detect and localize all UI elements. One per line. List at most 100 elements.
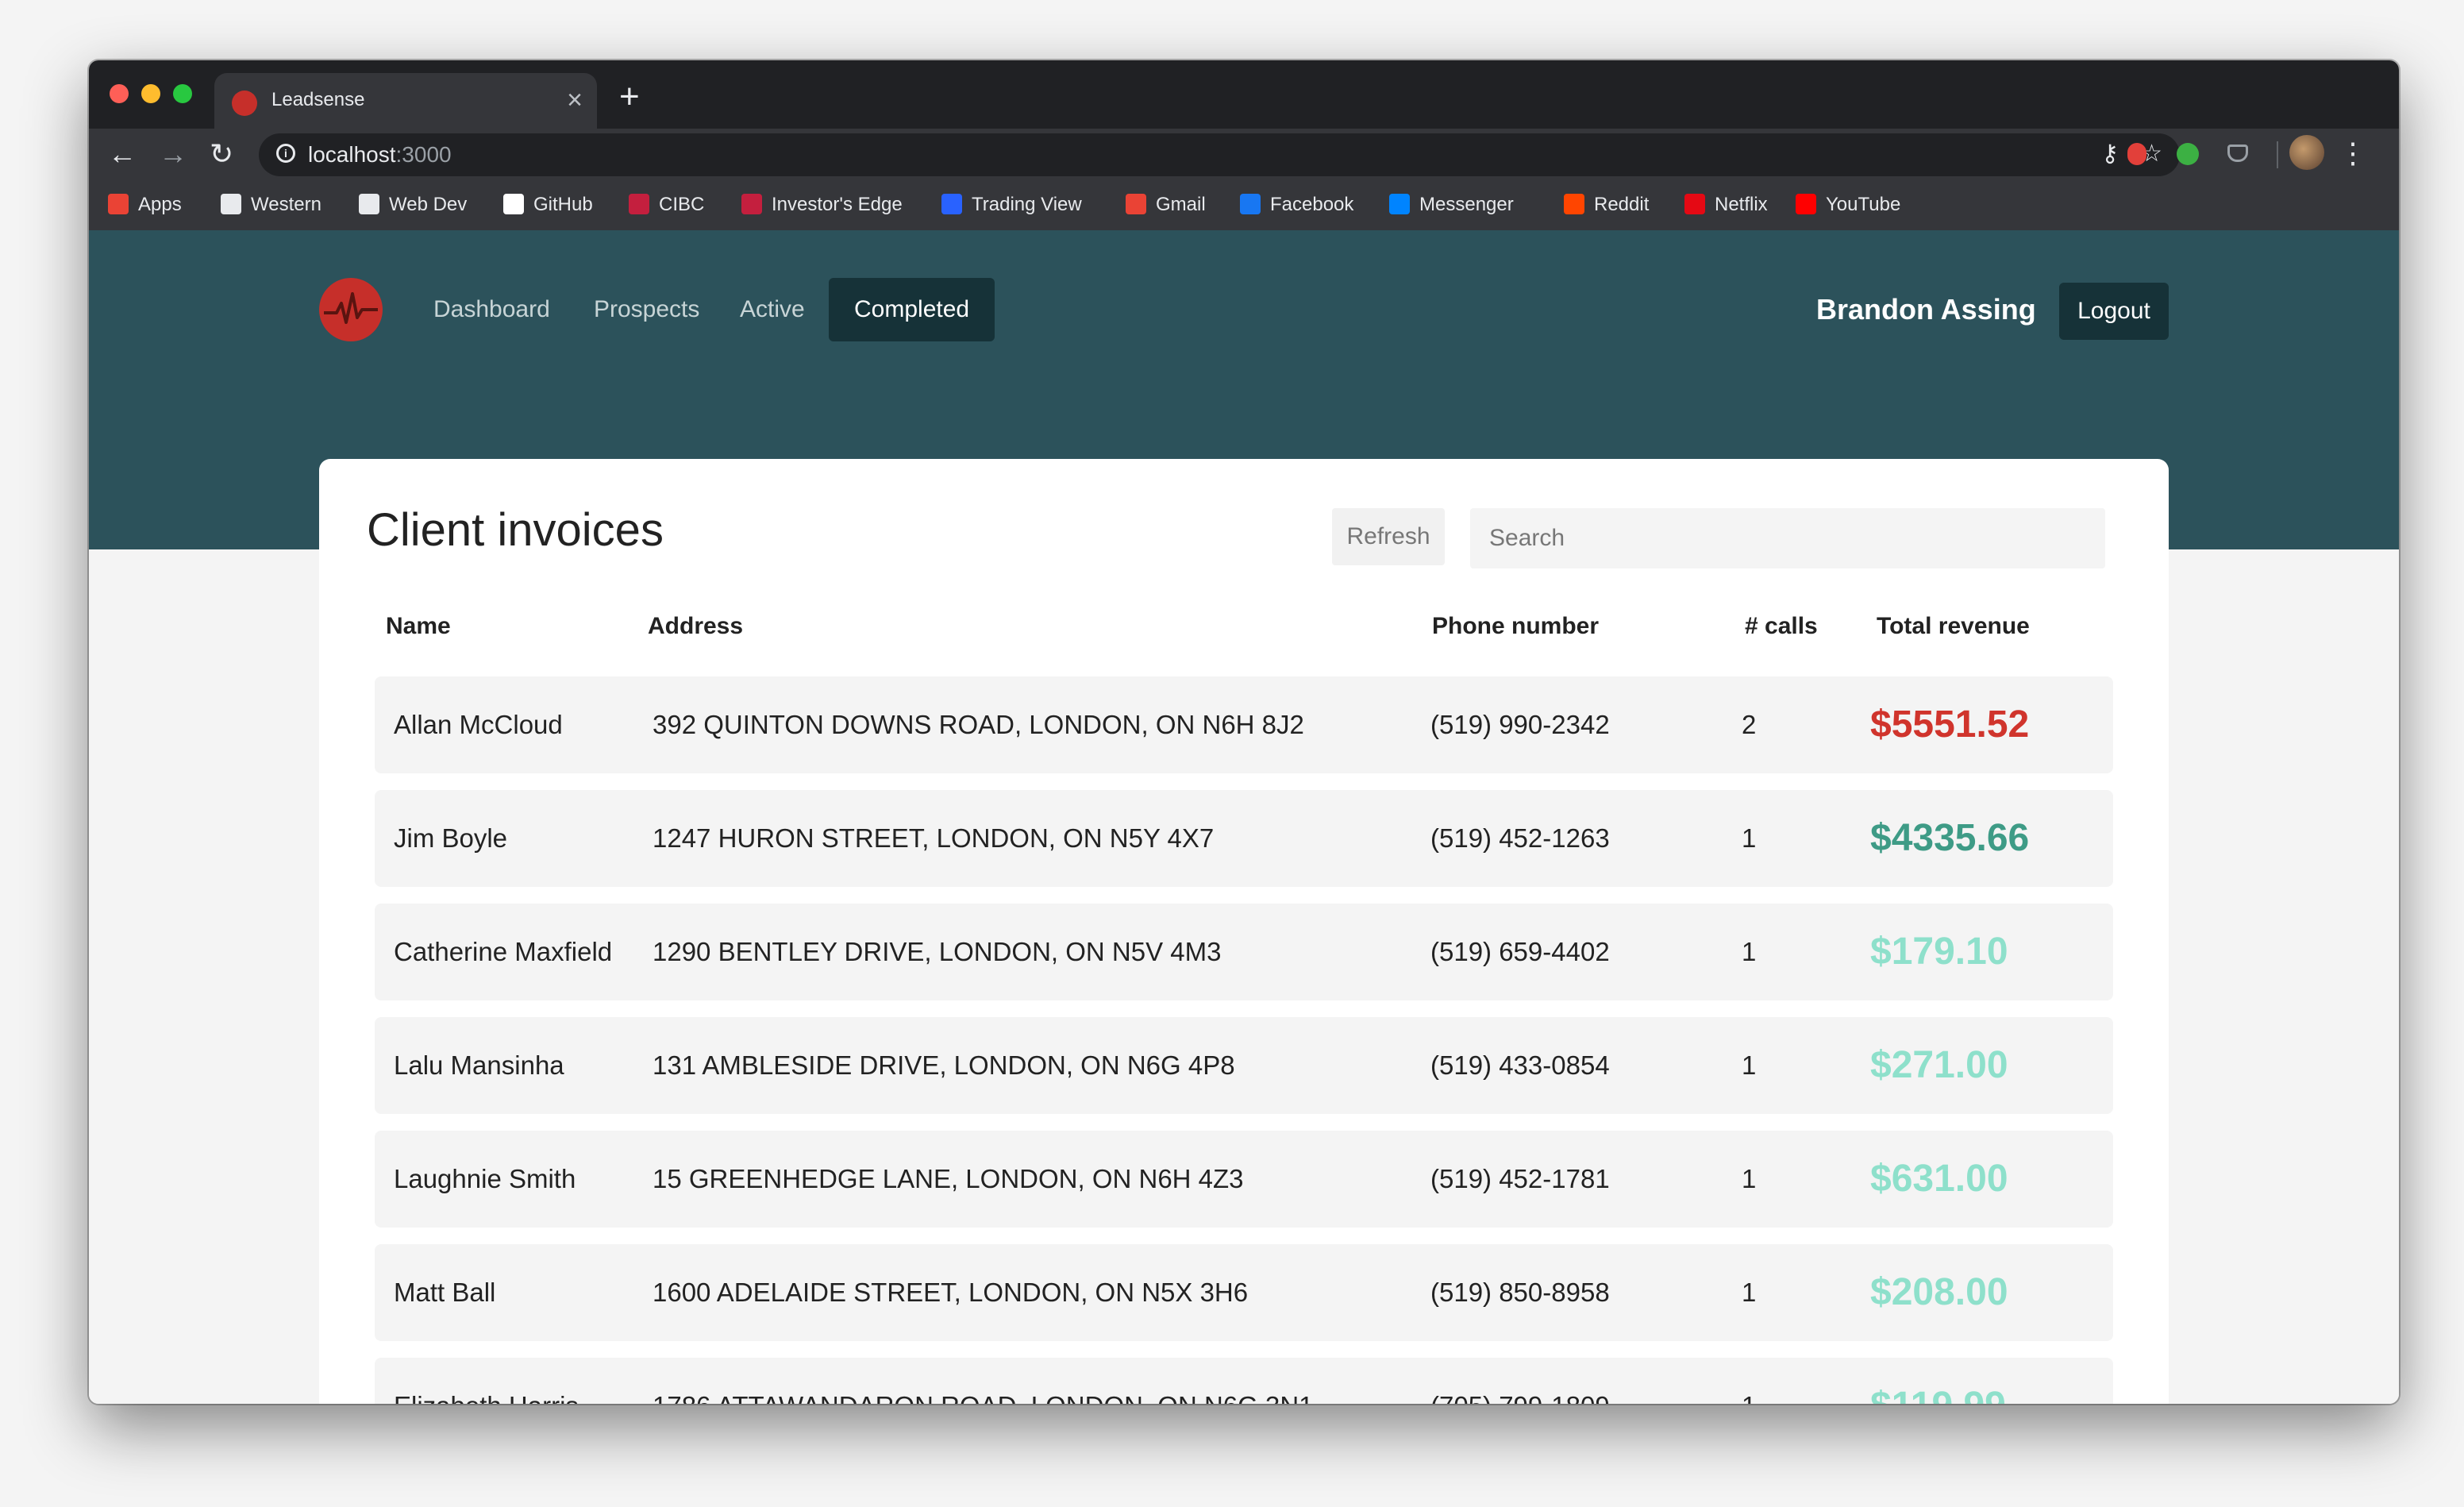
- name-cell: Matt Ball: [394, 1278, 496, 1307]
- bookmark-item[interactable]: Investor's Edge: [741, 193, 903, 216]
- name-cell: Laughnie Smith: [394, 1164, 576, 1193]
- leadsense-logo-icon[interactable]: [319, 278, 383, 341]
- more-menu-icon[interactable]: ⋮: [2339, 133, 2367, 173]
- refresh-button[interactable]: Refresh: [1332, 508, 1445, 565]
- browser-titlebar: Leadsense × +: [89, 60, 2399, 129]
- leadsense-favicon-icon: [232, 91, 257, 116]
- name-cell: Allan McCloud: [394, 710, 563, 739]
- tab-title: Leadsense: [271, 89, 365, 110]
- bookmark-item[interactable]: Web Dev: [359, 193, 467, 216]
- bookmark-item[interactable]: YouTube: [1796, 193, 1901, 216]
- bookmark-label: Messenger: [1419, 194, 1514, 215]
- revenue-cell: $208.00: [1870, 1271, 2008, 1313]
- browser-tab[interactable]: Leadsense ×: [214, 73, 597, 129]
- column-header-revenue: Total revenue: [1877, 613, 2030, 639]
- bookmark-item[interactable]: Western: [221, 193, 321, 216]
- bookmark-label: GitHub: [533, 194, 593, 215]
- extension-adblock-icon[interactable]: [2121, 138, 2153, 170]
- table-row[interactable]: Allan McCloud 392 QUINTON DOWNS ROAD, LON…: [375, 676, 2113, 773]
- revenue-cell: $4335.66: [1870, 817, 2030, 859]
- facebook-icon: [1240, 193, 1261, 214]
- bookmark-item[interactable]: Gmail: [1126, 193, 1206, 216]
- new-tab-icon[interactable]: +: [619, 79, 640, 114]
- nav-completed[interactable]: Completed: [829, 278, 995, 341]
- search-input[interactable]: [1470, 508, 2105, 568]
- folder-icon: [221, 193, 241, 214]
- address-bar[interactable]: i localhost:3000 ⚷ ☆: [259, 133, 2180, 176]
- table-row[interactable]: Catherine Maxfield 1290 BENTLEY DRIVE, LO…: [375, 904, 2113, 1000]
- column-header-address: Address: [648, 613, 744, 639]
- bookmark-label: Western: [251, 194, 321, 215]
- bookmark-item[interactable]: Trading View: [941, 193, 1082, 216]
- bookmark-item[interactable]: Apps: [108, 193, 182, 216]
- table-row[interactable]: Lalu Mansinha 131 AMBLESIDE DRIVE, LONDON…: [375, 1017, 2113, 1114]
- minimize-window-button[interactable]: [141, 84, 160, 103]
- bookmark-label: Reddit: [1594, 194, 1650, 215]
- calls-cell: 1: [1742, 1050, 1757, 1080]
- revenue-cell: $271.00: [1870, 1044, 2008, 1086]
- bookmark-item[interactable]: Messenger: [1389, 193, 1514, 216]
- phone-cell: (519) 452-1263: [1430, 823, 1610, 853]
- profile-avatar[interactable]: [2289, 135, 2324, 170]
- bookmark-item[interactable]: Netflix: [1684, 193, 1768, 216]
- column-header-name: Name: [386, 613, 451, 639]
- phone-cell: (705) 799-1809: [1430, 1358, 1610, 1404]
- table-row[interactable]: Laughnie Smith 15 GREENHEDGE LANE, LONDON…: [375, 1131, 2113, 1228]
- bookmark-label: Netflix: [1715, 194, 1768, 215]
- extension-evernote-icon[interactable]: [2172, 138, 2204, 170]
- address-cell: 15 GREENHEDGE LANE, LONDON, ON N6H 4Z3: [653, 1164, 1244, 1193]
- phone-cell: (519) 850-8958: [1430, 1278, 1610, 1307]
- cibc-icon: [741, 193, 762, 214]
- site-info-icon[interactable]: i: [276, 144, 295, 163]
- bookmark-label: Investor's Edge: [772, 194, 903, 215]
- key-icon[interactable]: ⚷: [2101, 141, 2119, 167]
- logout-button[interactable]: Logout: [2059, 283, 2169, 340]
- reload-icon[interactable]: ↻: [210, 137, 233, 172]
- address-cell: 1786 ATTAWANDARON ROAD, LONDON, ON N6G 3…: [653, 1358, 1314, 1404]
- browser-window: Leadsense × + ← → ↻ i localhost:3000 ⚷ ☆ …: [89, 60, 2399, 1404]
- calls-cell: 1: [1742, 937, 1757, 966]
- calls-cell: 1: [1742, 823, 1757, 853]
- table-row[interactable]: Matt Ball 1600 ADELAIDE STREET, LONDON, O…: [375, 1244, 2113, 1341]
- bookmark-label: YouTube: [1826, 194, 1901, 215]
- invoices-card: Client invoices Refresh Name Address Pho…: [319, 459, 2169, 1404]
- messenger-icon: [1389, 193, 1410, 214]
- extension-pocket-icon[interactable]: [2223, 138, 2254, 170]
- url-text: localhost:3000: [308, 142, 452, 168]
- table-row[interactable]: Jim Boyle 1247 HURON STREET, LONDON, ON N…: [375, 790, 2113, 887]
- close-window-button[interactable]: [110, 84, 129, 103]
- address-cell: 131 AMBLESIDE DRIVE, LONDON, ON N6G 4P8: [653, 1050, 1235, 1080]
- netflix-icon: [1684, 193, 1705, 214]
- apps-grid-icon: [108, 193, 129, 214]
- github-icon: [503, 193, 524, 214]
- address-cell: 392 QUINTON DOWNS ROAD, LONDON, ON N6H 8…: [653, 710, 1304, 739]
- nav-prospects[interactable]: Prospects: [594, 278, 699, 341]
- nav-dashboard[interactable]: Dashboard: [433, 278, 550, 341]
- page-title: Client invoices: [367, 504, 664, 556]
- calls-cell: 1: [1742, 1278, 1757, 1307]
- name-cell: Jim Boyle: [394, 823, 508, 853]
- nav-active[interactable]: Active: [740, 278, 805, 341]
- bookmark-item[interactable]: GitHub: [503, 193, 593, 216]
- bookmark-item[interactable]: CIBC: [629, 193, 705, 216]
- address-cell: 1600 ADELAIDE STREET, LONDON, ON N5X 3H6: [653, 1278, 1249, 1307]
- maximize-window-button[interactable]: [173, 84, 192, 103]
- calls-cell: 1: [1742, 1358, 1756, 1404]
- bookmark-label: CIBC: [659, 194, 705, 215]
- bookmark-item[interactable]: Reddit: [1564, 193, 1650, 216]
- table-row[interactable]: Elizabeth Harris 1786 ATTAWANDARON ROAD, …: [375, 1358, 2113, 1404]
- phone-cell: (519) 452-1781: [1430, 1164, 1610, 1193]
- forward-arrow-icon[interactable]: →: [159, 137, 187, 172]
- bookmark-label: Gmail: [1156, 194, 1206, 215]
- tab-close-icon[interactable]: ×: [567, 84, 583, 116]
- column-header-calls: # calls: [1745, 613, 1818, 639]
- bookmark-item[interactable]: Facebook: [1240, 193, 1353, 216]
- bookmarks-bar: Apps Western Web Dev GitHub CIBC Investor's E…: [89, 181, 2399, 231]
- url-port: :3000: [395, 142, 452, 167]
- revenue-cell: $631.00: [1870, 1158, 2008, 1200]
- back-arrow-icon[interactable]: ←: [108, 137, 137, 172]
- browser-toolbar: ← → ↻ i localhost:3000 ⚷ ☆ ⋮: [89, 129, 2399, 181]
- name-cell: Catherine Maxfield: [394, 937, 613, 966]
- revenue-cell: $119.99: [1870, 1358, 2006, 1404]
- phone-cell: (519) 659-4402: [1430, 937, 1610, 966]
